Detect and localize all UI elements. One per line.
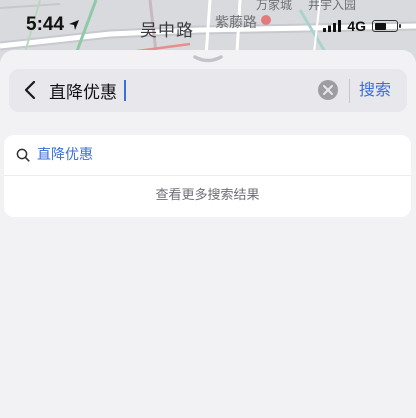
battery-icon	[372, 20, 401, 32]
location-arrow-icon	[69, 20, 80, 30]
view-more-results-button[interactable]: 查看更多搜索结果	[4, 176, 411, 216]
search-suggestion-text: 直降优惠	[37, 147, 93, 163]
search-bar-divider	[349, 79, 350, 103]
search-bar: 搜索	[9, 69, 407, 112]
search-suggestion-item[interactable]: 直降优惠	[4, 135, 411, 175]
status-indicators: 4G	[323, 18, 401, 34]
map-road-label: 紫藤路	[215, 15, 257, 31]
cellular-signal-icon	[323, 20, 342, 32]
back-chevron-icon[interactable]	[19, 78, 43, 102]
status-time: 5:44	[26, 14, 80, 36]
search-results-card: 直降优惠 查看更多搜索结果	[4, 135, 411, 217]
battery-level	[374, 22, 386, 30]
search-sheet: 搜索 直降优惠 查看更多搜索结果	[0, 50, 416, 418]
map-road-label: 吴中路	[140, 21, 194, 41]
search-submit-button[interactable]: 搜索	[359, 78, 391, 102]
status-time-text: 5:44	[26, 14, 65, 35]
network-type-label: 4G	[347, 18, 366, 34]
search-input[interactable]	[49, 77, 309, 103]
map-poi-label: 万家城	[256, 0, 293, 12]
map-poi-label: 井宇入园	[308, 0, 357, 12]
search-icon	[16, 148, 30, 162]
text-caret	[124, 80, 126, 101]
clear-text-icon[interactable]	[317, 79, 339, 101]
sheet-grabber-chevron-icon[interactable]	[192, 54, 224, 64]
